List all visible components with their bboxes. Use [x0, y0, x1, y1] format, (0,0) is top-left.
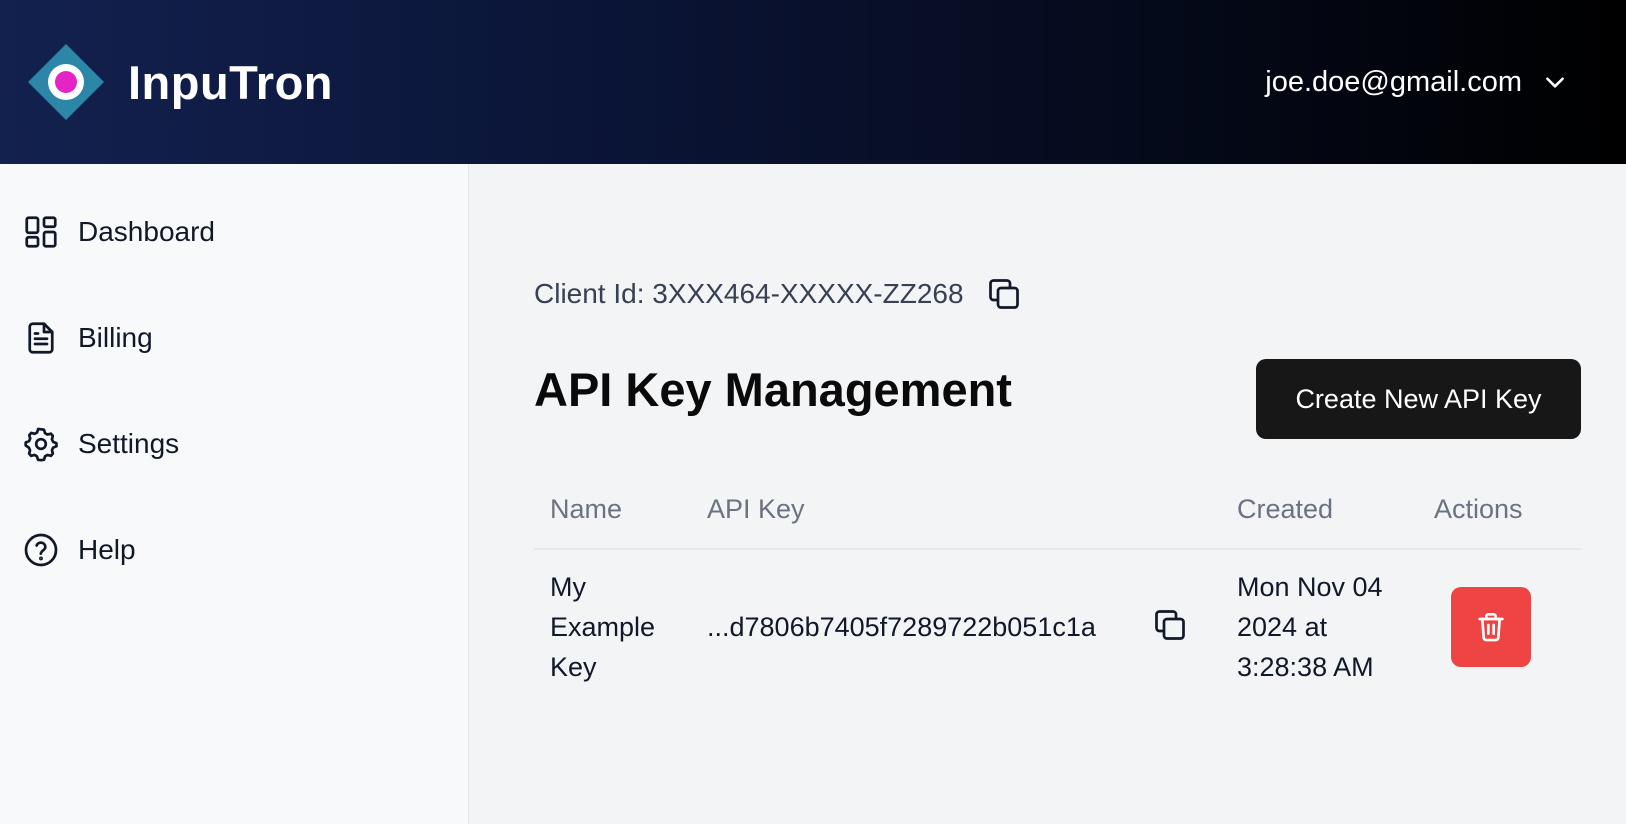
key-name-cell: My Example Key	[550, 572, 656, 682]
column-header-api-key: API Key	[707, 494, 805, 524]
sidebar-item-label: Billing	[78, 322, 153, 353]
create-api-key-button[interactable]: Create New API Key	[1256, 359, 1581, 439]
delete-api-key-button[interactable]	[1451, 587, 1531, 667]
help-circle-icon	[24, 533, 58, 567]
sidebar-item-dashboard[interactable]: Dashboard	[23, 214, 215, 250]
column-header-actions: Actions	[1434, 494, 1523, 524]
client-id-row: Client Id: 3XXX464-XXXXX-ZZ268	[534, 276, 1022, 312]
account-email: joe.doe@gmail.com	[1265, 65, 1522, 98]
column-header-name: Name	[550, 494, 623, 524]
brand[interactable]: InpuTron	[26, 42, 333, 122]
brand-name: InpuTron	[128, 55, 334, 109]
sidebar-item-label: Dashboard	[78, 216, 215, 247]
sidebar-item-billing[interactable]: Billing	[23, 320, 153, 356]
document-icon	[28, 322, 54, 354]
table-header: Name API Key Created Actions	[534, 470, 1581, 550]
api-key-cell: ...d7806b7405f7289722b051c1a	[707, 612, 1096, 642]
top-header: InpuTron joe.doe@gmail.com	[0, 0, 1626, 164]
column-header-created: Created	[1237, 494, 1334, 524]
main-content: Client Id: 3XXX464-XXXXX-ZZ268 API Key M…	[470, 164, 1626, 824]
sidebar-item-label: Settings	[78, 428, 180, 459]
sidebar-item-label: Help	[78, 534, 136, 565]
client-id-text: Client Id: 3XXX464-XXXXX-ZZ268	[534, 278, 964, 309]
copy-api-key-icon[interactable]	[1152, 607, 1188, 643]
trash-icon	[1478, 613, 1504, 642]
inputron-logo-icon	[28, 44, 104, 120]
chevron-down-icon	[1546, 77, 1564, 88]
sidebar-item-settings[interactable]: Settings	[23, 426, 179, 462]
created-cell: Mon Nov 04 2024 at 3:28:38 AM	[1237, 572, 1383, 682]
dashboard-icon	[25, 216, 57, 248]
account-menu[interactable]: joe.doe@gmail.com	[1265, 66, 1568, 99]
sidebar: Dashboard Billing Settings Help	[0, 164, 469, 824]
api-keys-table: Name API Key Created Actions My Example …	[534, 470, 1581, 720]
gear-icon	[24, 427, 58, 462]
copy-client-id-icon[interactable]	[986, 276, 1022, 312]
sidebar-item-help[interactable]: Help	[23, 532, 136, 568]
table-row: My Example Key ...d7806b7405f7289722b051…	[534, 550, 1581, 720]
page-title: API Key Management	[534, 363, 1012, 416]
